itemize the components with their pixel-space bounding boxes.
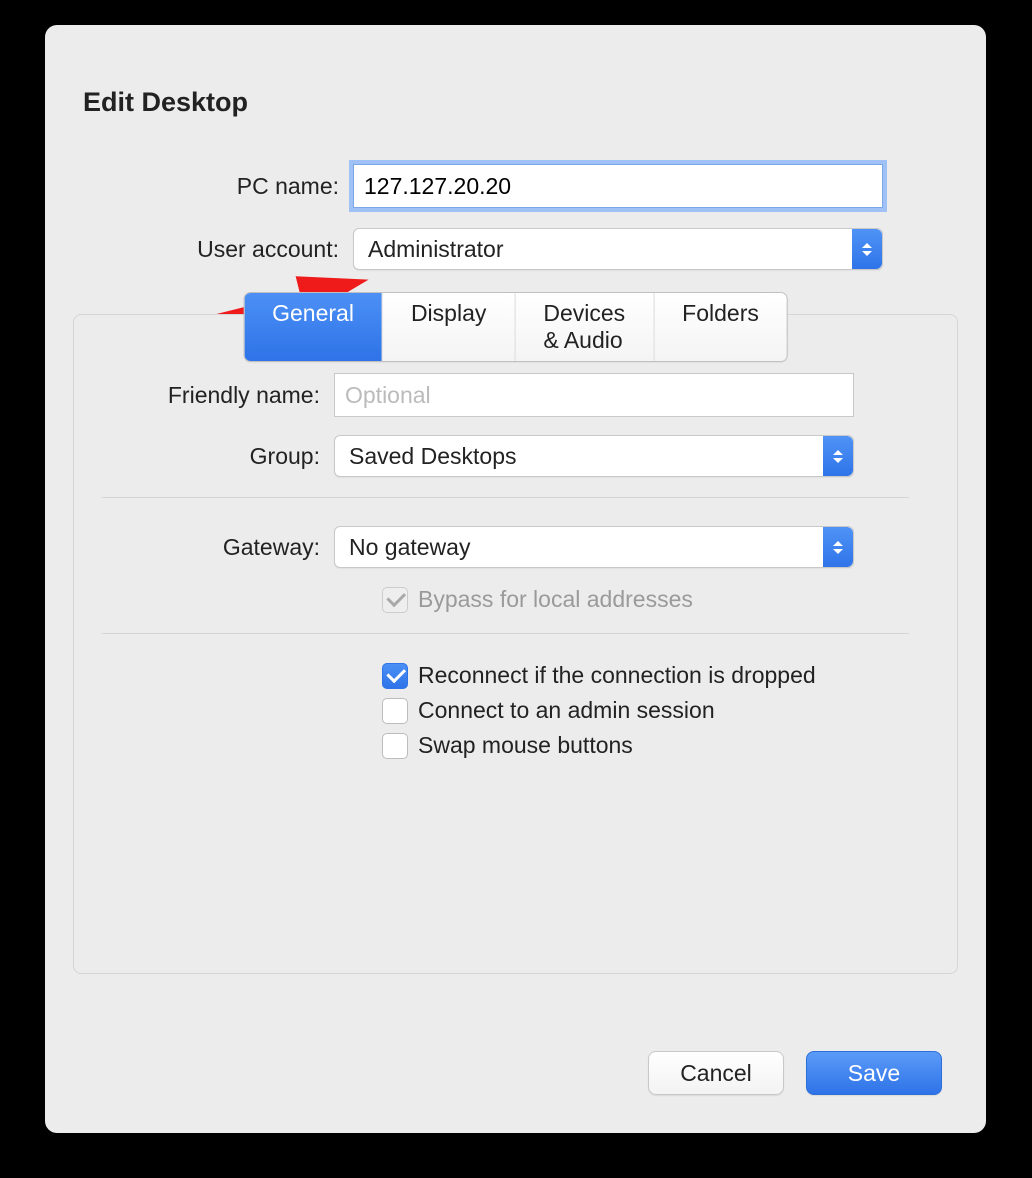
swap-mouse-label: Swap mouse buttons [418, 732, 633, 759]
reconnect-label: Reconnect if the connection is dropped [418, 662, 816, 689]
pc-name-input[interactable] [353, 164, 883, 208]
swap-mouse-checkbox[interactable] [382, 733, 408, 759]
chevron-up-down-icon [852, 229, 882, 269]
edit-desktop-sheet: Edit Desktop PC name: User account: Admi… [45, 25, 986, 1133]
gateway-select[interactable]: No gateway [334, 526, 854, 568]
pc-name-row: PC name: [73, 164, 958, 208]
divider [102, 633, 909, 634]
bypass-checkbox [382, 587, 408, 613]
chevron-up-down-icon [823, 527, 853, 567]
user-account-value: Administrator [368, 236, 503, 263]
admin-session-label: Connect to an admin session [418, 697, 715, 724]
tab-folders[interactable]: Folders [654, 293, 787, 361]
group-label: Group: [94, 443, 334, 470]
divider [102, 497, 909, 498]
friendly-name-input[interactable] [334, 373, 854, 417]
friendly-name-label: Friendly name: [94, 382, 334, 409]
admin-session-checkbox[interactable] [382, 698, 408, 724]
tab-pane-general: Friendly name: Group: Saved Desktops Gat… [73, 314, 958, 974]
pc-name-label: PC name: [73, 173, 353, 200]
group-value: Saved Desktops [349, 443, 516, 470]
tab-general[interactable]: General [244, 293, 383, 361]
user-account-row: User account: Administrator [73, 228, 958, 270]
chevron-up-down-icon [823, 436, 853, 476]
reconnect-checkbox[interactable] [382, 663, 408, 689]
tab-host: General Display Devices & Audio Folders … [73, 314, 958, 974]
gateway-value: No gateway [349, 534, 470, 561]
bypass-label: Bypass for local addresses [418, 586, 693, 613]
tab-bar: General Display Devices & Audio Folders [243, 292, 788, 362]
group-select[interactable]: Saved Desktops [334, 435, 854, 477]
footer-buttons: Cancel Save [648, 1051, 942, 1095]
gateway-label: Gateway: [94, 534, 334, 561]
user-account-label: User account: [73, 236, 353, 263]
sheet-title: Edit Desktop [83, 87, 958, 118]
tab-display[interactable]: Display [383, 293, 515, 361]
cancel-button[interactable]: Cancel [648, 1051, 784, 1095]
user-account-select[interactable]: Administrator [353, 228, 883, 270]
save-button[interactable]: Save [806, 1051, 942, 1095]
tab-devices[interactable]: Devices & Audio [515, 293, 654, 361]
